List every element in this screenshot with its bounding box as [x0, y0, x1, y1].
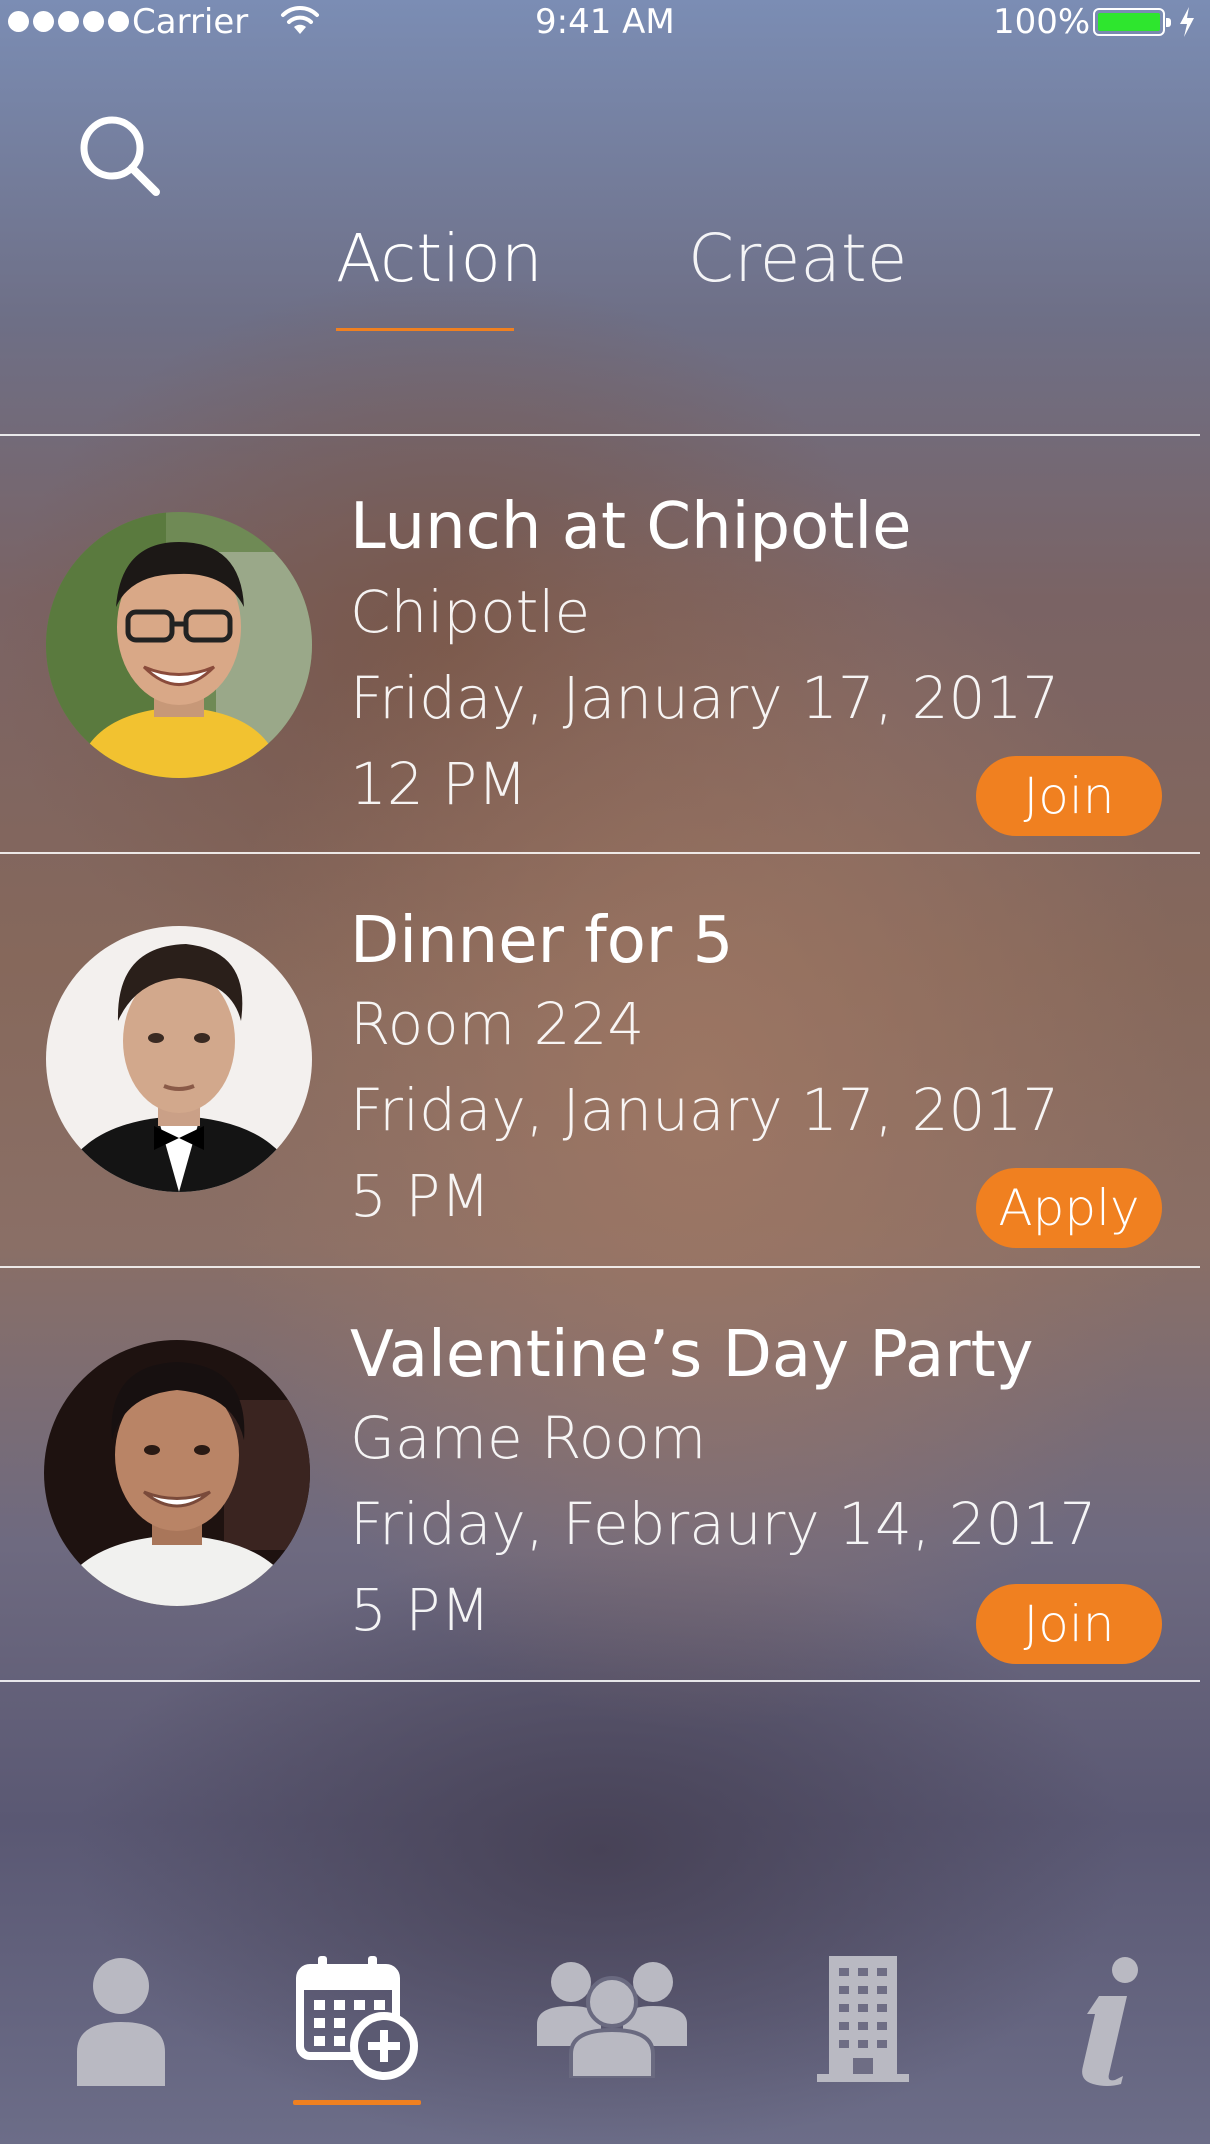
event-title: Valentine’s Day Party	[350, 1318, 1034, 1392]
battery-icon	[1093, 8, 1171, 36]
avatar	[44, 1340, 310, 1606]
event-title: Dinner for 5	[350, 904, 734, 978]
event-location: Room 224	[350, 990, 645, 1058]
tab-groups[interactable]	[532, 1930, 692, 2120]
apply-button[interactable]: Apply	[976, 1168, 1162, 1248]
join-button[interactable]: Join	[976, 1584, 1162, 1664]
tab-action[interactable]: Action	[336, 220, 543, 297]
event-row[interactable]: Valentine’s Day Party Game Room Friday, …	[0, 1268, 1210, 1678]
tab-profile[interactable]	[36, 1930, 206, 2120]
active-tab-bar-indicator	[293, 2100, 421, 2105]
avatar	[46, 926, 312, 1192]
event-location: Game Room	[350, 1404, 707, 1472]
event-date: Friday, January 17, 2017	[350, 664, 1060, 732]
wifi-icon	[281, 5, 319, 34]
bottom-tab-bar	[0, 1930, 1210, 2144]
event-location: Chipotle	[350, 578, 591, 646]
join-button[interactable]: Join	[976, 756, 1162, 836]
search-button[interactable]	[76, 112, 166, 202]
signal-strength-icon	[8, 11, 129, 32]
event-title: Lunch at Chipotle	[350, 490, 912, 564]
person-icon	[77, 1958, 165, 2086]
active-tab-indicator	[336, 328, 514, 331]
status-bar: Carrier 9:41 AM 100%	[0, 0, 1210, 46]
battery-percentage: 100%	[993, 2, 1091, 42]
building-icon	[817, 1956, 909, 2082]
segment-tabs: Action Create	[0, 220, 1210, 340]
calendar-add-icon	[296, 1956, 418, 2080]
carrier-label: Carrier	[132, 2, 249, 42]
event-time: 12 PM	[350, 750, 528, 818]
tab-buildings[interactable]	[778, 1930, 948, 2120]
event-time: 5 PM	[350, 1162, 491, 1230]
event-date: Friday, January 17, 2017	[350, 1076, 1060, 1144]
divider	[0, 1680, 1200, 1682]
charging-icon	[1180, 7, 1194, 37]
tab-info[interactable]	[1024, 1930, 1194, 2120]
event-row[interactable]: Dinner for 5 Room 224 Friday, January 17…	[0, 854, 1210, 1264]
tab-events[interactable]	[272, 1930, 442, 2120]
clock: 9:41 AM	[535, 2, 675, 42]
event-time: 5 PM	[350, 1576, 491, 1644]
event-date: Friday, Febraury 14, 2017	[350, 1490, 1097, 1558]
tab-create[interactable]: Create	[688, 220, 907, 297]
group-icon	[537, 1962, 687, 2078]
info-icon	[1082, 1957, 1138, 2086]
event-row[interactable]: Lunch at Chipotle Chipotle Friday, Janua…	[0, 436, 1210, 846]
search-icon	[80, 116, 160, 196]
avatar	[46, 512, 312, 778]
